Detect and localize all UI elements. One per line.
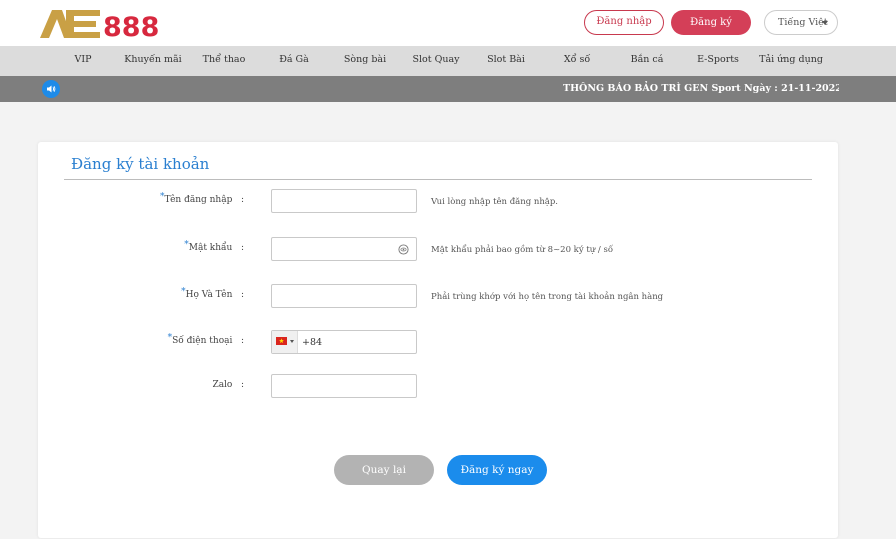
- required-mark: *: [167, 333, 173, 343]
- registration-card: Đăng ký tài khoản *Tên đăng nhập : Vui l…: [38, 142, 838, 538]
- svg-text:888: 888: [103, 12, 159, 40]
- title-divider: [64, 179, 812, 180]
- zalo-row: Zalo :: [38, 374, 838, 398]
- announcement-text: THÔNG BÁO BẢO TRÌ GEN Sport Ngày : 21-11…: [563, 83, 839, 94]
- fullname-hint: Phải trùng khớp với họ tên trong tài kho…: [431, 292, 664, 302]
- password-hint: Mật khẩu phải bao gồm từ 8~20 ký tự / số: [431, 245, 614, 255]
- nav-item-fishing[interactable]: Bắn cá: [631, 46, 664, 76]
- password-input[interactable]: [271, 237, 417, 261]
- login-button[interactable]: Đăng nhập: [584, 10, 664, 35]
- zalo-input[interactable]: [271, 374, 417, 398]
- language-select[interactable]: Tiếng Việt: [764, 10, 838, 35]
- username-hint: Vui lòng nhập tên đăng nhập.: [431, 197, 559, 207]
- caret-down-icon: [290, 340, 294, 343]
- back-button[interactable]: Quay lại: [334, 455, 434, 485]
- nav-item-casino[interactable]: Sòng bài: [344, 46, 386, 76]
- nav-item-slot-cards[interactable]: Slot Bài: [487, 46, 525, 76]
- nav-item-lottery[interactable]: Xổ số: [564, 46, 590, 76]
- nav-item-download-app[interactable]: Tải ứng dụng: [759, 46, 823, 76]
- phone-row: *Số điện thoại :: [38, 330, 838, 354]
- password-label: *Mật khẩu :: [184, 240, 244, 253]
- eye-icon[interactable]: [398, 244, 409, 255]
- phone-label: *Số điện thoại :: [167, 333, 244, 346]
- nav-item-vip[interactable]: VIP: [74, 46, 91, 76]
- nav-item-slot-spin[interactable]: Slot Quay: [412, 46, 459, 76]
- required-mark: *: [181, 287, 186, 297]
- required-mark: *: [160, 192, 165, 202]
- register-button[interactable]: Đăng ký: [671, 10, 751, 35]
- fullname-row: *Họ Và Tên : Phải trùng khớp với họ tên …: [38, 284, 838, 308]
- nav-item-cockfight[interactable]: Đá Gà: [279, 46, 309, 76]
- phone-field: [271, 330, 417, 354]
- main-nav: VIP Khuyến mãi Thể thao Đá Gà Sòng bài S…: [0, 46, 896, 76]
- country-code-select[interactable]: [272, 331, 298, 353]
- speaker-icon[interactable]: [42, 80, 60, 98]
- vietnam-flag-icon: [276, 337, 287, 345]
- nav-item-promotions[interactable]: Khuyến mãi: [124, 46, 181, 76]
- username-input[interactable]: [271, 189, 417, 213]
- caret-down-icon: [822, 21, 828, 25]
- page-title: Đăng ký tài khoản: [71, 155, 210, 173]
- password-row: *Mật khẩu : Mật khẩu phải bao gồm từ 8~2…: [38, 237, 838, 261]
- fullname-input[interactable]: [271, 284, 417, 308]
- zalo-label: Zalo :: [212, 380, 244, 390]
- language-label: Tiếng Việt: [778, 17, 828, 28]
- site-header: 888 Đăng nhập Đăng ký Tiếng Việt: [0, 0, 896, 46]
- fullname-label: *Họ Và Tên :: [181, 287, 244, 300]
- nav-item-esports[interactable]: E-Sports: [697, 46, 739, 76]
- ae888-logo[interactable]: 888: [38, 6, 162, 43]
- nav-item-sports[interactable]: Thể thao: [203, 46, 246, 76]
- register-now-button[interactable]: Đăng ký ngay: [447, 455, 547, 485]
- username-label: *Tên đăng nhập :: [160, 192, 244, 205]
- required-mark: *: [184, 240, 189, 250]
- announcement-bar: THÔNG BÁO BẢO TRÌ GEN Sport Ngày : 21-11…: [0, 76, 896, 102]
- phone-input[interactable]: [300, 331, 416, 353]
- username-row: *Tên đăng nhập : Vui lòng nhập tên đăng …: [38, 189, 838, 213]
